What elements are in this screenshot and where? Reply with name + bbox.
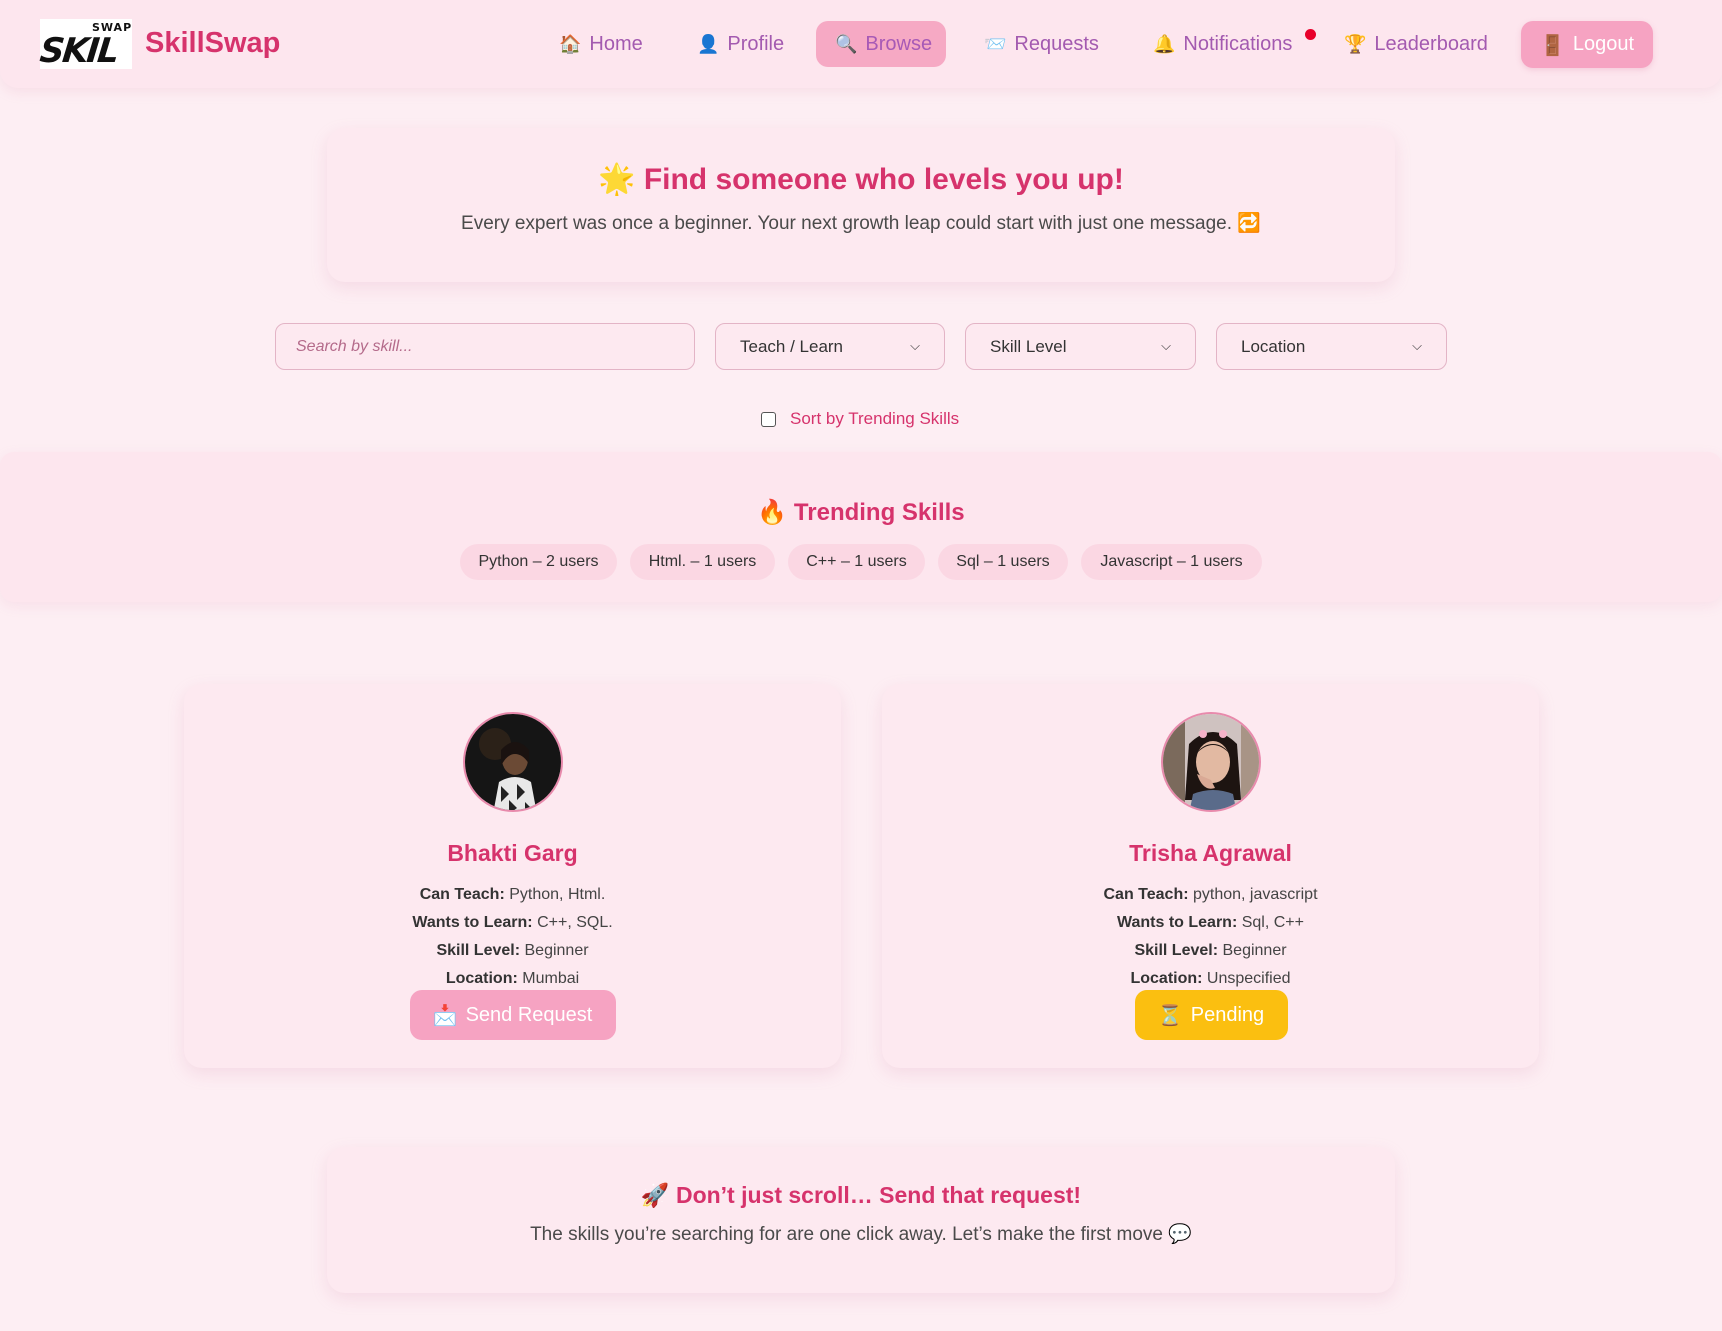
chevron-down-icon: ⌵ [1161,339,1171,354]
can-teach-label: Can Teach: [1103,886,1189,903]
wants-to-learn-label: Wants to Learn: [1116,914,1238,931]
cta-title-text: Don’t just scroll… Send that request! [675,1182,1082,1208]
skill-level-label: Skill Level: [436,942,521,959]
can-teach-line: Can Teach: Python, Html. [184,886,841,904]
door-icon: 🚪 [1539,32,1565,57]
brand-name[interactable]: SkillSwap [145,27,280,60]
rocket-icon: 🚀 [640,1183,670,1209]
location-value: Mumbai [522,970,580,987]
cta-card: 🚀 Don’t just scroll… Send that request! … [327,1147,1395,1293]
home-icon: 🏠 [559,33,582,55]
profile-icon: 👤 [697,33,720,55]
can-teach-line: Can Teach: python, javascript [882,886,1539,904]
nav-requests[interactable]: 📨 Requests [965,21,1118,67]
chevron-down-icon: ⌵ [910,339,920,354]
nav-home[interactable]: 🏠 Home [540,21,662,67]
navbar: SWAP SKIL SkillSwap 🏠 Home 👤 Profile 🔍 B… [0,0,1722,88]
can-teach-label: Can Teach: [419,886,505,903]
logo-main-text: SKIL [37,31,120,71]
location-line: Location: Mumbai [184,970,841,988]
logo[interactable]: SWAP SKIL [37,19,132,71]
avatar[interactable] [462,712,563,812]
send-request-button[interactable]: 📩 Send Request [409,990,616,1040]
pending-button[interactable]: ⏳ Pending [1134,990,1288,1040]
location-label: Location: [1130,970,1203,987]
wants-to-learn-value: Sql, C++ [1241,914,1304,931]
nav-browse[interactable]: 🔍 Browse [816,21,946,67]
nav-requests-label: Requests [1014,32,1099,55]
pending-label: Pending [1190,1003,1265,1026]
trending-title: 🔥 Trending Skills [0,498,1722,527]
hero-subtitle: Every expert was once a beginner. Your n… [327,211,1395,235]
skill-level-select[interactable]: Skill Level ⌵ [965,323,1196,370]
teach-learn-select[interactable]: Teach / Learn ⌵ [715,323,945,370]
sort-trending-label[interactable]: Sort by Trending Skills [790,409,959,429]
trending-title-text: Trending Skills [793,499,965,526]
trophy-icon: 🏆 [1344,33,1367,55]
skill-level-value: Skill Level [990,336,1067,356]
avatar[interactable] [1160,712,1261,812]
fire-icon: 🔥 [757,498,788,526]
bell-icon: 🔔 [1153,33,1176,55]
nav-home-label: Home [589,32,643,55]
hero-card: 🌟 Find someone who levels you up! Every … [327,128,1395,282]
hero-title-text: Find someone who levels you up! [643,163,1124,196]
user-card: Bhakti Garg Can Teach: Python, Html. Wan… [184,684,841,1068]
nav-leaderboard-label: Leaderboard [1374,32,1488,55]
wants-to-learn-label: Wants to Learn: [412,914,533,931]
user-name: Trisha Agrawal [1129,840,1292,866]
notification-dot [1305,29,1316,40]
user-name: Bhakti Garg [447,840,578,866]
chevron-down-icon: ⌵ [1412,339,1422,354]
nav-notifications-label: Notifications [1183,32,1293,55]
location-select[interactable]: Location ⌵ [1216,323,1447,370]
envelope-icon: 📨 [984,33,1007,55]
location-value: Location [1241,336,1306,356]
can-teach-value: Python, Html. [509,886,606,903]
sort-trending-checkbox[interactable] [761,411,776,427]
can-teach-value: python, javascript [1193,886,1318,903]
send-request-label: Send Request [465,1003,593,1026]
cta-title: 🚀 Don’t just scroll… Send that request! [327,1182,1395,1209]
wants-to-learn-line: Wants to Learn: Sql, C++ [882,914,1539,932]
speech-bubble-icon: 💬 [1168,1223,1192,1245]
skill-level-line: Skill Level: Beginner [184,942,841,960]
wants-to-learn-line: Wants to Learn: C++, SQL. [184,914,841,932]
nav-notifications[interactable]: 🔔 Notifications [1134,21,1311,67]
cta-subtitle: The skills you’re searching for are one … [327,1222,1395,1246]
nav-profile[interactable]: 👤 Profile [678,21,803,67]
teach-learn-value: Teach / Learn [740,336,844,356]
hero-subtitle-text: Every expert was once a beginner. Your n… [461,213,1233,234]
hero-title: 🌟 Find someone who levels you up! [327,162,1395,197]
location-value: Unspecified [1206,970,1291,987]
trending-pill[interactable]: Javascript – 1 users [1081,544,1262,580]
nav-leaderboard[interactable]: 🏆 Leaderboard [1325,21,1507,67]
inbox-icon: 📩 [432,1003,458,1027]
wants-to-learn-value: C++, SQL. [537,914,613,931]
trending-pill[interactable]: Sql – 1 users [938,544,1068,580]
location-line: Location: Unspecified [882,970,1539,988]
trending-pill[interactable]: C++ – 1 users [788,544,925,580]
nav-browse-label: Browse [865,32,933,55]
skill-level-value: Beginner [524,942,589,959]
nav-profile-label: Profile [727,32,785,55]
trending-pill[interactable]: Python – 2 users [460,544,617,580]
logout-label: Logout [1572,33,1635,55]
repeat-icon: 🔁 [1237,212,1261,234]
hourglass-icon: ⏳ [1157,1003,1183,1027]
search-icon: 🔍 [835,33,858,55]
search-input[interactable] [275,323,695,370]
trending-pill[interactable]: Html. – 1 users [630,544,775,580]
trending-section: 🔥 Trending Skills Python – 2 users Html.… [0,452,1722,602]
star-icon: 🌟 [598,162,636,197]
cta-subtitle-text: The skills you’re searching for are one … [530,1224,1163,1245]
skill-level-line: Skill Level: Beginner [882,942,1539,960]
location-label: Location: [445,970,518,987]
logout-button[interactable]: 🚪 Logout [1521,21,1653,68]
sort-trending-row: Sort by Trending Skills [761,409,959,429]
skill-level-label: Skill Level: [1134,942,1219,959]
user-card: Trisha Agrawal Can Teach: python, javasc… [882,684,1539,1068]
skill-level-value: Beginner [1222,942,1287,959]
